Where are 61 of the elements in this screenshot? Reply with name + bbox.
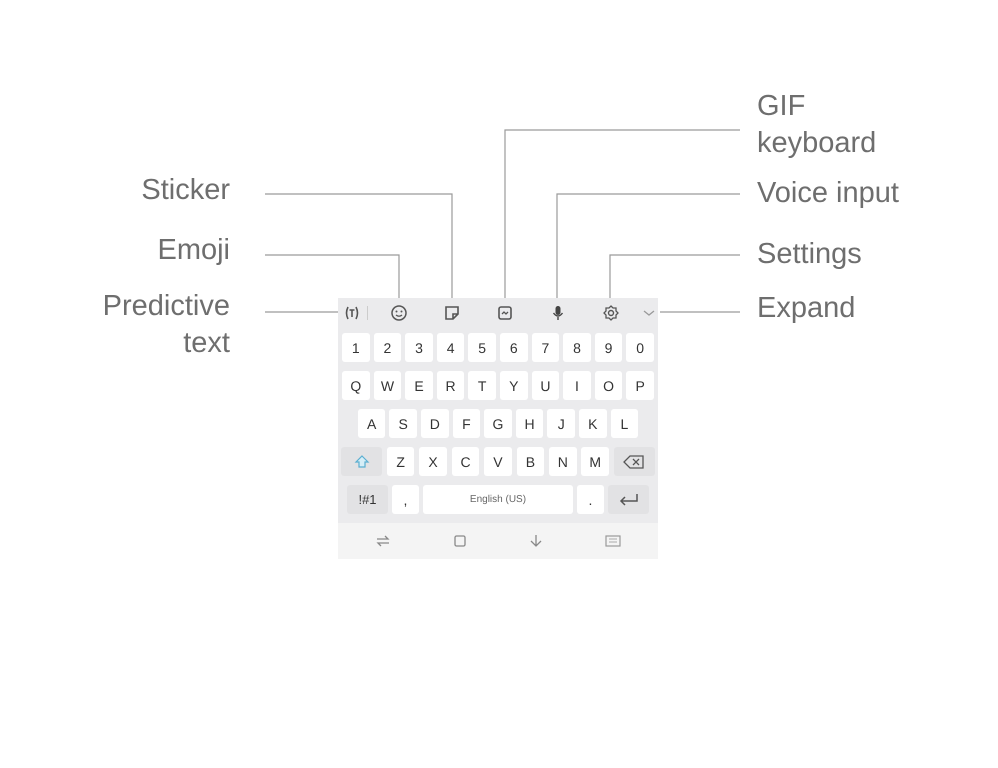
enter-arrow-icon xyxy=(618,492,640,506)
key[interactable]: A xyxy=(358,409,386,438)
key[interactable]: 6 xyxy=(500,333,528,362)
keyboard-icon[interactable] xyxy=(605,535,621,547)
settings-icon[interactable] xyxy=(602,304,620,322)
key[interactable]: V xyxy=(484,447,512,476)
key[interactable]: J xyxy=(547,409,575,438)
key[interactable]: O xyxy=(594,371,622,400)
key[interactable]: B xyxy=(516,447,544,476)
emoji-icon[interactable] xyxy=(390,304,408,322)
recent-apps-icon[interactable] xyxy=(375,534,391,548)
backspace-key[interactable] xyxy=(614,447,655,476)
key[interactable]: 5 xyxy=(468,333,496,362)
callout-label: Sticker xyxy=(141,173,230,208)
key[interactable]: U xyxy=(532,371,560,400)
key[interactable]: H xyxy=(516,409,544,438)
key[interactable]: I xyxy=(563,371,591,400)
key[interactable]: G xyxy=(484,409,512,438)
key[interactable]: 1 xyxy=(342,333,370,362)
comma-key[interactable]: , xyxy=(392,485,419,514)
key[interactable]: C xyxy=(452,447,480,476)
key[interactable]: T xyxy=(468,371,496,400)
key[interactable]: Y xyxy=(500,371,528,400)
backspace-icon xyxy=(623,454,646,468)
enter-key[interactable] xyxy=(608,485,649,514)
down-arrow-icon[interactable] xyxy=(529,534,543,548)
callout-label: Predictive text xyxy=(102,289,230,361)
callout-label: Expand xyxy=(757,291,856,326)
key[interactable]: Z xyxy=(386,447,414,476)
predictive-text-icon[interactable] xyxy=(343,304,361,322)
key[interactable]: 9 xyxy=(594,333,622,362)
key[interactable]: S xyxy=(389,409,418,438)
key[interactable]: 3 xyxy=(405,333,433,362)
key[interactable]: W xyxy=(374,371,402,400)
key[interactable]: M xyxy=(581,447,610,476)
key[interactable]: F xyxy=(452,409,480,438)
callout-label: Voice input xyxy=(757,176,899,211)
key[interactable]: 4 xyxy=(436,333,464,362)
key[interactable]: 8 xyxy=(563,333,591,362)
sticker-icon[interactable] xyxy=(443,304,461,322)
key[interactable]: 0 xyxy=(626,333,654,362)
key[interactable]: N xyxy=(549,447,577,476)
callout-label: Settings xyxy=(757,237,862,272)
key[interactable]: D xyxy=(421,409,449,438)
key[interactable]: P xyxy=(626,371,654,400)
callout-label: Emoji xyxy=(157,233,230,268)
key[interactable]: Q xyxy=(342,371,370,400)
key[interactable]: R xyxy=(436,371,464,400)
key[interactable]: E xyxy=(405,371,433,400)
key[interactable]: 2 xyxy=(374,333,402,362)
gif-icon[interactable] xyxy=(496,304,514,322)
space-bar[interactable]: English (US) xyxy=(423,485,573,514)
key[interactable]: X xyxy=(419,447,447,476)
home-icon[interactable] xyxy=(453,534,467,548)
callout-label: GIF keyboard xyxy=(757,89,876,161)
symbols-key[interactable]: !#1 xyxy=(347,485,388,514)
shift-arrow-icon xyxy=(354,454,370,470)
key[interactable]: 7 xyxy=(532,333,560,362)
period-key[interactable]: . xyxy=(577,485,604,514)
key[interactable]: L xyxy=(610,409,638,438)
key[interactable]: K xyxy=(578,409,607,438)
